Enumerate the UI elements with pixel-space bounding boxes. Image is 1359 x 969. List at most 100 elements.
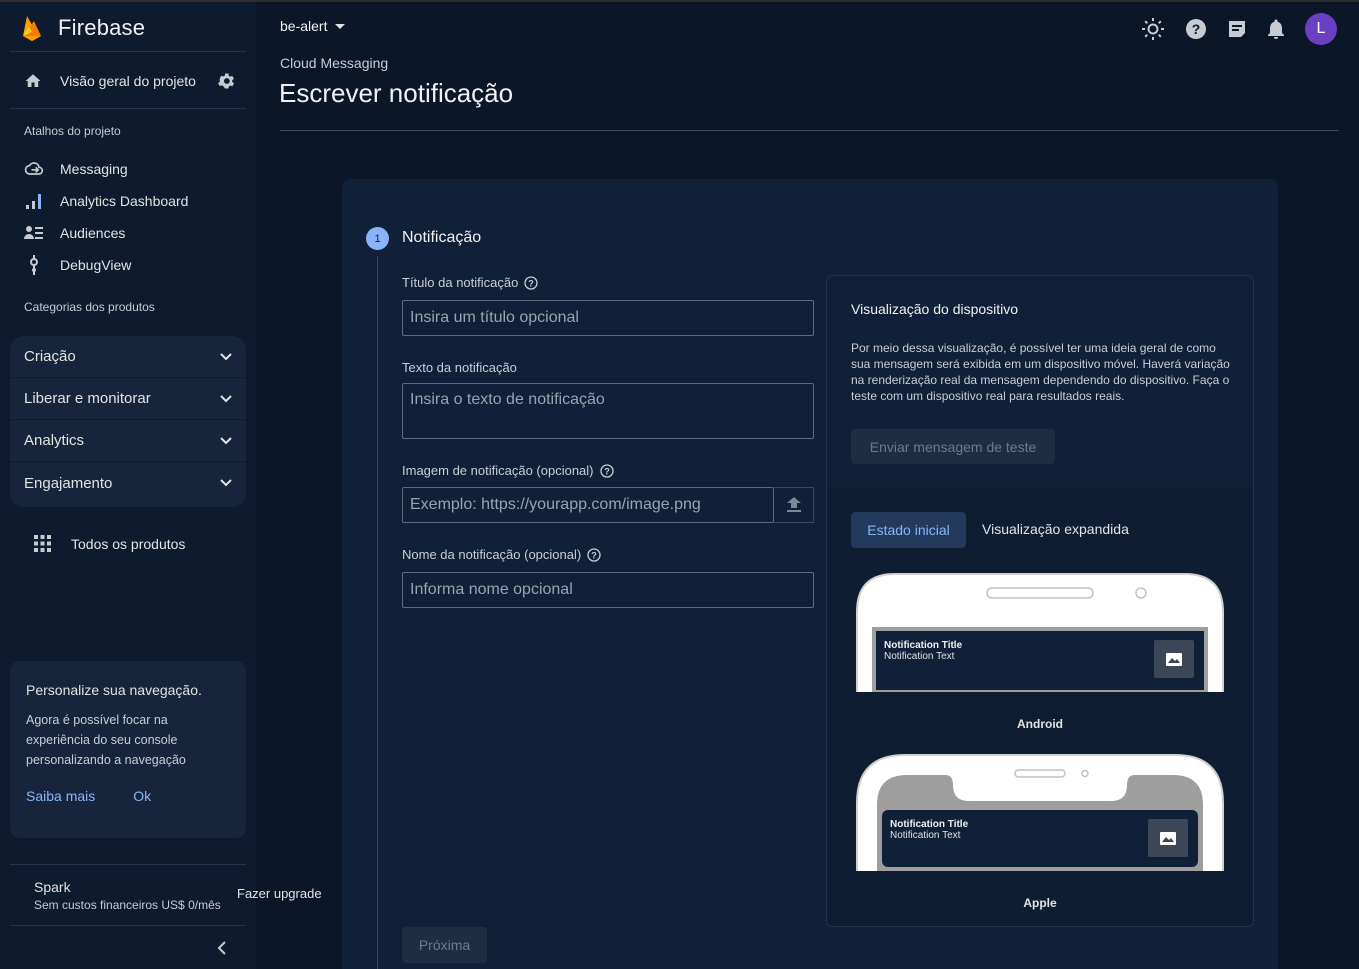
help-outline-icon[interactable]: ?: [524, 275, 539, 290]
home-icon: [25, 74, 41, 87]
category-liberar-monitorar[interactable]: Liberar e monitorar: [10, 378, 246, 420]
upload-image-button[interactable]: [774, 487, 814, 523]
apple-notification-title: Notification Title: [890, 819, 969, 830]
category-label: Criação: [24, 348, 76, 365]
help-outline-icon[interactable]: ?: [587, 547, 601, 562]
android-label: Android: [1017, 717, 1063, 731]
brightness-icon[interactable]: [1141, 17, 1165, 41]
gear-icon[interactable]: [216, 71, 236, 91]
brand-name: Firebase: [58, 15, 146, 40]
sidebar-item-analytics-dashboard[interactable]: Analytics Dashboard: [24, 190, 188, 212]
step-number-badge: 1: [366, 227, 389, 250]
project-name: be-alert: [280, 18, 328, 34]
user-avatar[interactable]: L: [1305, 13, 1337, 45]
category-analytics[interactable]: Analytics: [10, 420, 246, 462]
categories-title: Categorias dos produtos: [24, 300, 155, 314]
all-products-label: Todos os produtos: [71, 535, 186, 552]
category-engajamento[interactable]: Engajamento: [10, 462, 246, 504]
step-connector-line: [377, 256, 378, 969]
firebase-logo-icon: [23, 16, 41, 41]
device-preview-panel: Visualização do dispositivo Por meio des…: [826, 275, 1254, 927]
learn-more-link[interactable]: Saiba mais: [26, 788, 95, 804]
caret-down-icon: [335, 23, 346, 29]
bar-chart-icon: [24, 191, 44, 211]
notifications-bell-icon[interactable]: [1267, 19, 1285, 39]
help-icon[interactable]: ?: [1185, 18, 1207, 40]
send-test-message-button[interactable]: Enviar mensagem de teste: [851, 429, 1055, 464]
chevron-left-icon[interactable]: [214, 940, 230, 956]
chevron-down-icon: [220, 436, 232, 444]
shortcuts-title: Atalhos do projeto: [24, 124, 121, 138]
personalize-nav-card: Personalize sua navegação. Agora é possí…: [10, 661, 246, 838]
apple-notification-text: Notification Text: [890, 830, 961, 841]
sidebar-item-label: Audiences: [60, 225, 126, 241]
sidebar-item-audiences[interactable]: Audiences: [24, 222, 125, 244]
debug-icon: [24, 255, 44, 275]
notification-name-input[interactable]: [402, 572, 814, 608]
header-divider: [280, 130, 1339, 131]
svg-text:?: ?: [529, 278, 535, 288]
svg-text:?: ?: [604, 466, 610, 476]
chevron-down-icon: [220, 479, 232, 487]
sidebar-divider: [10, 864, 246, 865]
next-button[interactable]: Próxima: [402, 927, 487, 963]
image-field-label: Imagem de notificação (opcional) ?: [402, 463, 614, 478]
sidebar: Firebase Visão geral do projeto Atalhos …: [0, 2, 256, 969]
sidebar-divider: [10, 108, 246, 109]
page-title: Escrever notificação: [279, 78, 514, 108]
android-notification-text: Notification Text: [884, 651, 955, 662]
sidebar-item-label: DebugView: [60, 257, 132, 273]
field-label-text: Texto da notificação: [402, 360, 517, 375]
promo-text: Agora é possível focar na experiência do…: [26, 713, 186, 767]
billing-plan: Spark Sem custos financeiros US$ 0/mês: [34, 879, 221, 912]
upload-icon: [786, 497, 801, 512]
breadcrumb: Cloud Messaging: [280, 55, 389, 71]
product-categories: Criação Liberar e monitorar Analytics En…: [10, 336, 246, 507]
sidebar-item-label: Messaging: [60, 161, 128, 177]
upgrade-button[interactable]: Fazer upgrade: [237, 886, 322, 901]
sidebar-divider: [10, 51, 246, 52]
project-overview-link[interactable]: Visão geral do projeto: [24, 66, 236, 96]
plan-description: Sem custos financeiros US$ 0/mês: [34, 898, 221, 912]
firebase-brand[interactable]: Firebase: [20, 12, 145, 44]
project-overview-label: Visão geral do projeto: [60, 73, 196, 89]
help-outline-icon[interactable]: ?: [599, 463, 614, 478]
promo-title: Personalize sua navegação.: [26, 682, 202, 698]
name-field-label: Nome da notificação (opcional) ?: [402, 547, 601, 562]
tab-expanded-view[interactable]: Visualização expandida: [982, 521, 1129, 537]
field-label-text: Título da notificação: [402, 275, 519, 290]
apple-phone-mockup: Notification Title Notification Text: [855, 753, 1225, 871]
android-notification-title: Notification Title: [884, 640, 963, 651]
category-label: Liberar e monitorar: [24, 390, 151, 407]
tab-initial-state[interactable]: Estado inicial: [851, 512, 966, 548]
step-title: Notificação: [402, 229, 482, 246]
preview-title: Visualização do dispositivo: [851, 301, 1019, 317]
apple-label: Apple: [1023, 896, 1057, 910]
notification-title-input[interactable]: [402, 300, 814, 336]
notification-image-input[interactable]: [402, 487, 774, 523]
field-label-text: Nome da notificação (opcional): [402, 547, 582, 562]
audiences-icon: [24, 223, 44, 243]
sidebar-item-label: Analytics Dashboard: [60, 193, 189, 209]
chevron-down-icon: [220, 394, 232, 402]
sidebar-item-messaging[interactable]: Messaging: [24, 158, 128, 180]
cloud-messaging-icon: [24, 159, 44, 179]
project-selector[interactable]: be-alert: [280, 18, 346, 34]
release-notes-icon[interactable]: [1227, 19, 1247, 39]
category-label: Analytics: [24, 432, 85, 449]
chevron-down-icon: [220, 352, 232, 360]
sidebar-divider: [10, 925, 246, 926]
ok-button[interactable]: Ok: [133, 788, 151, 804]
category-criacao[interactable]: Criação: [10, 336, 246, 378]
text-field-label: Texto da notificação: [402, 360, 517, 375]
svg-text:?: ?: [591, 550, 597, 560]
svg-text:?: ?: [1192, 21, 1201, 37]
notification-text-input[interactable]: [402, 383, 814, 439]
category-label: Engajamento: [24, 474, 113, 492]
top-toolbar: ? L: [1141, 13, 1337, 45]
plan-name: Spark: [34, 879, 71, 895]
android-phone-mockup: Notification Title Notification Text: [855, 572, 1225, 692]
preview-description: Por meio dessa visualização, é possível …: [851, 341, 1230, 403]
sidebar-item-debugview[interactable]: DebugView: [24, 254, 131, 276]
all-products-link[interactable]: Todos os produtos: [34, 535, 185, 552]
